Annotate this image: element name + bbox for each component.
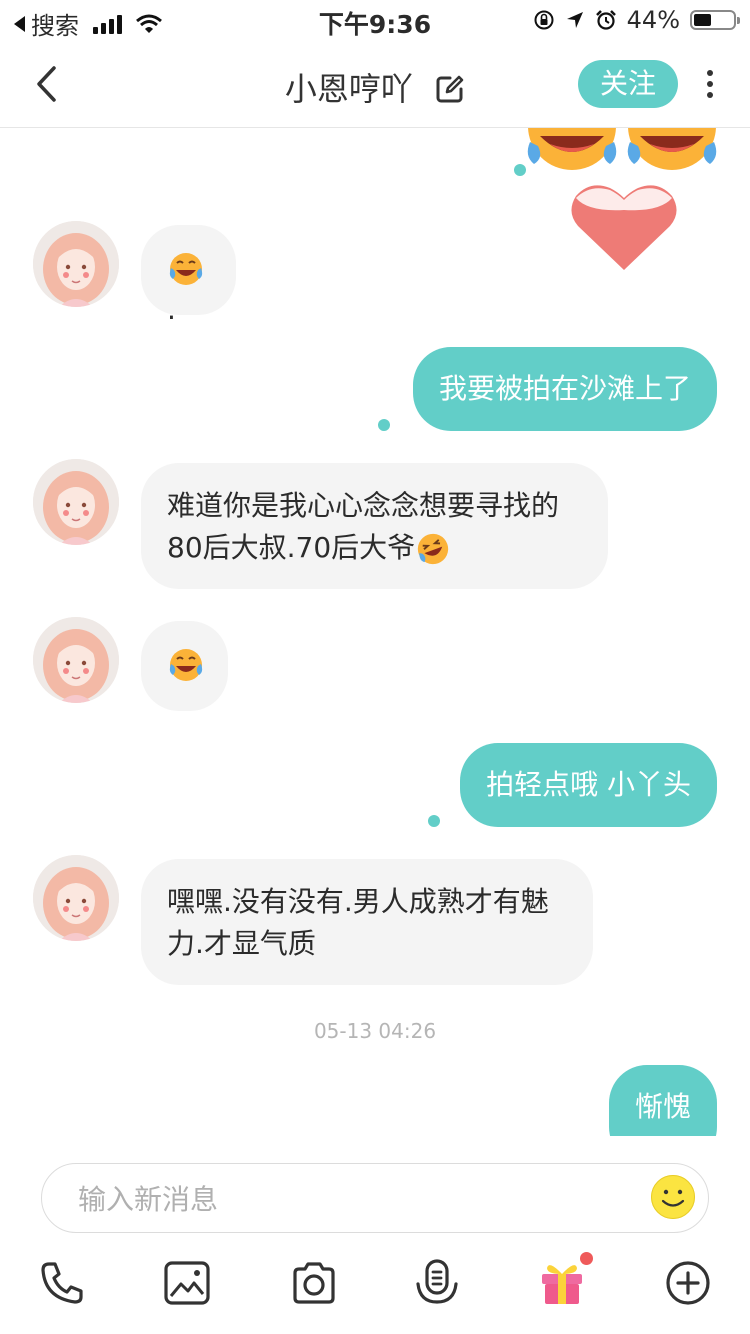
avatar[interactable]: [33, 221, 119, 307]
avatar[interactable]: [33, 855, 119, 941]
timestamp: 05-13 04:26: [313, 1019, 437, 1043]
alarm-icon: [595, 10, 616, 30]
message-text: 拍轻点哦 小丫头: [486, 768, 691, 801]
battery-percent: 44%: [626, 6, 680, 34]
more-options-icon[interactable]: [700, 66, 720, 106]
message-bubble-in[interactable]: 难道你是我心心念念想要寻找的 80后大叔.70后大爷: [141, 463, 608, 589]
girl-avatar-icon: [33, 617, 119, 703]
message-text: 嘿嘿.没有没有.男人成熟才有魅: [167, 885, 549, 918]
location-icon: [566, 12, 583, 28]
avatar[interactable]: [33, 459, 119, 545]
avatar[interactable]: [33, 617, 119, 703]
joy-tears-emoji-icon: [169, 649, 203, 681]
chat-area[interactable]: . 我要被拍在沙滩上了 难道你是我心心念念想要寻找的 80后大叔.70后大爷 拍…: [0, 128, 750, 1136]
voice-icon[interactable]: [412, 1258, 462, 1308]
girl-avatar-icon: [33, 459, 119, 545]
battery-icon: [690, 10, 740, 30]
message-bubble-in[interactable]: 嘿嘿.没有没有.男人成熟才有魅 力.才显气质: [141, 859, 593, 985]
notification-badge: [580, 1252, 593, 1265]
laughing-sticker-icon: [527, 128, 717, 270]
sticker-message[interactable]: [514, 128, 730, 278]
message-text: 力.才显气质: [167, 927, 316, 960]
message-text: 我要被拍在沙滩上了: [438, 372, 691, 405]
image-icon[interactable]: [162, 1258, 212, 1308]
girl-avatar-icon: [33, 221, 119, 307]
girl-avatar-icon: [33, 855, 119, 941]
status-right: 44%: [533, 6, 740, 34]
message-tail-dot: [428, 815, 440, 827]
message-tail-dot: [378, 419, 390, 431]
message-bubble-in[interactable]: [141, 621, 228, 711]
plus-icon[interactable]: [663, 1258, 713, 1308]
nav-bar: 小恩哼吖 关注: [0, 40, 750, 128]
bottom-toolbar: [0, 1250, 750, 1320]
emoji-picker-icon[interactable]: [650, 1174, 696, 1220]
joy-tears-emoji-icon: [169, 253, 203, 285]
edit-name-icon[interactable]: [435, 74, 465, 104]
gift-button[interactable]: [537, 1252, 593, 1308]
contact-name: 小恩哼吖: [284, 70, 413, 108]
message-bubble-out[interactable]: 我要被拍在沙滩上了: [412, 347, 717, 431]
gift-icon: [542, 1265, 582, 1304]
message-tail-dot: [514, 164, 526, 176]
message-input[interactable]: [76, 1164, 640, 1234]
message-text: 惭愧: [634, 1090, 691, 1123]
camera-icon[interactable]: [289, 1258, 339, 1308]
message-text: .: [167, 293, 176, 326]
rofl-emoji-icon: [418, 533, 449, 565]
message-bubble-out[interactable]: 惭愧: [608, 1065, 717, 1136]
status-bar: 搜索 下午9:36 44%: [0, 0, 750, 40]
message-input-bar: [41, 1163, 709, 1234]
battery-level: [694, 14, 711, 26]
rotation-lock-icon: [534, 10, 554, 30]
message-bubble-out[interactable]: 拍轻点哦 小丫头: [460, 743, 717, 827]
message-bubble-in[interactable]: .: [141, 225, 236, 326]
message-text: 80后大叔.70后大爷: [167, 531, 416, 564]
message-text-line-2: 80后大叔.70后大爷: [167, 527, 582, 569]
message-text-line: 难道你是我心心念念想要寻找的: [167, 489, 560, 522]
phone-icon[interactable]: [37, 1258, 87, 1308]
follow-button[interactable]: 关注: [578, 60, 678, 108]
